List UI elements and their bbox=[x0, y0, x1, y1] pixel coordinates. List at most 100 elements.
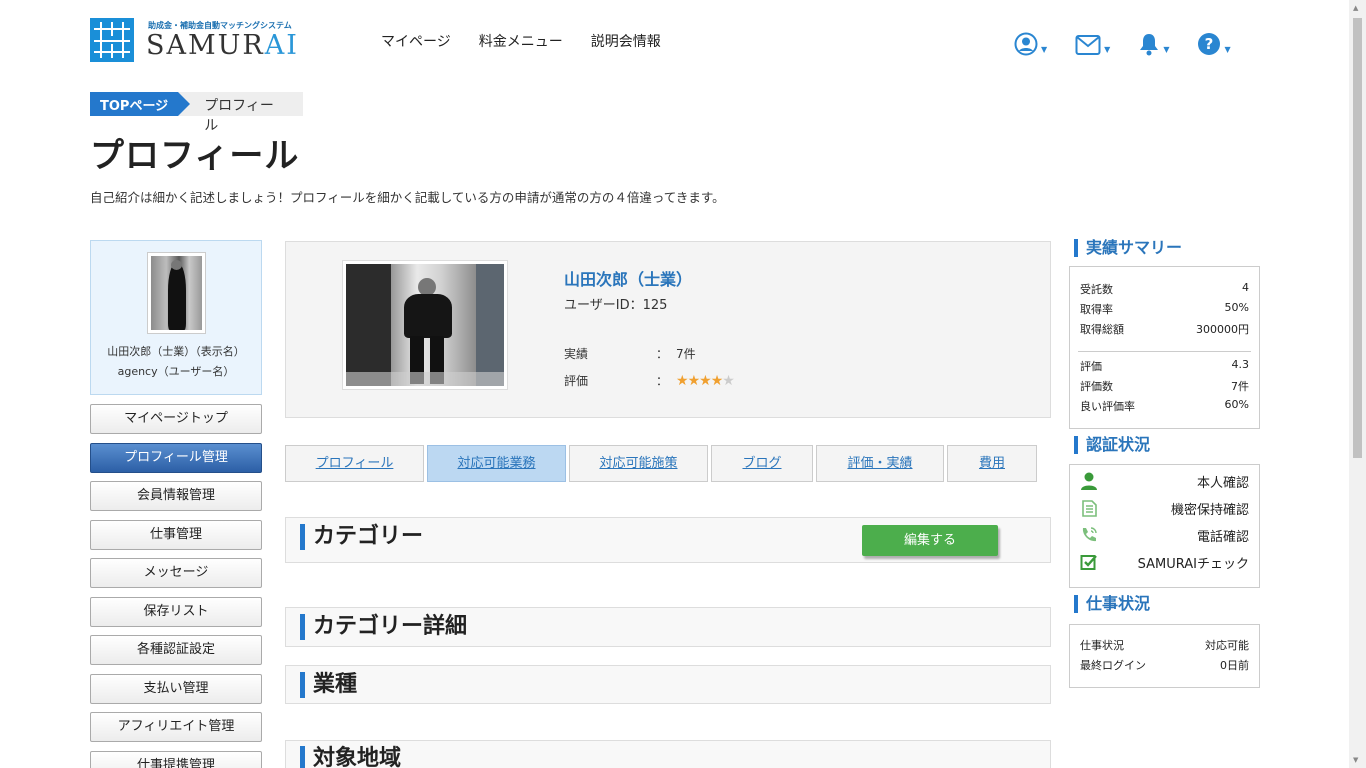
chevron-down-icon: ▼ bbox=[1163, 45, 1170, 54]
star-icon: ★ bbox=[710, 373, 724, 389]
cert-identity-label: 本人確認 bbox=[1196, 475, 1249, 491]
cert-phone-label: 電話確認 bbox=[1196, 529, 1249, 545]
sidebar-item-job-management[interactable]: 仕事管理 bbox=[90, 520, 262, 550]
sidebar-item-messages[interactable]: メッセージ bbox=[90, 558, 262, 588]
breadcrumb-top-link[interactable]: TOPページ bbox=[90, 92, 191, 116]
tab-blog[interactable]: ブログ bbox=[711, 445, 813, 482]
sidebar-item-profile-management[interactable]: プロフィール管理 bbox=[90, 443, 262, 473]
scroll-up-icon[interactable]: ▲ bbox=[1353, 4, 1358, 12]
sidebar-display-name: 山田次郎（士業）（表示名） bbox=[107, 345, 245, 358]
chevron-down-icon: ▼ bbox=[1041, 45, 1048, 54]
star-rating: ★★★★★ bbox=[676, 373, 735, 389]
profile-photo bbox=[342, 260, 508, 390]
tab-profile[interactable]: プロフィール bbox=[285, 445, 424, 482]
sidebar-item-partnership-management[interactable]: 仕事提携管理 bbox=[90, 751, 262, 768]
profile-summary-card: 山田次郎（士業） ユーザーID：125 実績： 7件 評価： ★★★★★ bbox=[285, 241, 1051, 418]
rating-label: 評価 bbox=[564, 374, 589, 388]
cert-samurai-check-label: SAMURAIチェック bbox=[1137, 556, 1249, 572]
certification-heading: 認証状況 bbox=[1074, 436, 1150, 454]
profile-user-id: ユーザーID：125 bbox=[564, 298, 668, 313]
logo-wordmark: SAMURAI bbox=[146, 30, 299, 61]
star-icon: ★ bbox=[699, 373, 712, 389]
nav-pricing[interactable]: 料金メニュー bbox=[479, 31, 563, 51]
site-header: 助成金・補助金自動マッチングシステム SAMURAI マイページ 料金メニュー … bbox=[0, 0, 1349, 85]
sidebar-item-verification-settings[interactable]: 各種認証設定 bbox=[90, 635, 262, 665]
help-menu-button[interactable]: ? ▼ bbox=[1197, 32, 1231, 56]
results-value: 7件 bbox=[676, 347, 696, 361]
page-title: プロフィール bbox=[90, 136, 300, 176]
samurai-logo[interactable]: 助成金・補助金自動マッチングシステム SAMURAI bbox=[90, 18, 299, 62]
cert-row: 機密保持確認 bbox=[1079, 498, 1249, 518]
avatar[interactable] bbox=[147, 252, 206, 334]
summary-row: 取得率 50% bbox=[1080, 301, 1249, 316]
star-empty-icon: ★ bbox=[722, 373, 735, 389]
summary-box: 受託数 4 取得率 50% 取得総額 300000円 評価 4.3 評価数 7件 良い評価… bbox=[1069, 266, 1260, 429]
summary-row: 良い評価率 60% bbox=[1080, 398, 1249, 413]
star-icon: ★ bbox=[676, 373, 689, 389]
breadcrumb-current: プロフィール bbox=[178, 92, 304, 134]
nav-mypage[interactable]: マイページ bbox=[381, 31, 451, 51]
cert-row: 電話確認 bbox=[1079, 525, 1249, 545]
summary-row: 評価数 7件 bbox=[1080, 380, 1249, 393]
scrollbar-thumb[interactable] bbox=[1353, 18, 1362, 458]
star-icon: ★ bbox=[687, 373, 701, 389]
page-lead-text: 自己紹介は細かく記述しましょう！プロフィールを細かく記載している方の申請が通常の… bbox=[90, 190, 725, 205]
summary-row: 評価 4.3 bbox=[1080, 358, 1249, 373]
person-icon bbox=[1081, 472, 1097, 490]
user-circle-icon bbox=[1014, 32, 1038, 56]
section-region: 対象地域 bbox=[285, 740, 1051, 768]
edit-button[interactable]: 編集する bbox=[862, 525, 998, 556]
summary-row: 受託数 4 bbox=[1080, 281, 1249, 296]
section-category-detail: カテゴリー詳細 bbox=[285, 607, 1051, 647]
sidebar-item-mypage-top[interactable]: マイページトップ bbox=[90, 404, 262, 434]
cert-confidentiality-label: 機密保持確認 bbox=[1170, 502, 1249, 518]
tab-reviews[interactable]: 評価・実績 bbox=[816, 445, 944, 482]
document-icon bbox=[1082, 500, 1097, 517]
profile-rating-row: 評価： ★★★★★ bbox=[564, 373, 735, 389]
bell-icon bbox=[1140, 34, 1159, 56]
notification-menu-button[interactable]: ▼ bbox=[1138, 32, 1169, 56]
divider bbox=[1078, 351, 1251, 352]
section-title: カテゴリー詳細 bbox=[300, 614, 467, 640]
work-status-box: 仕事状況 対応可能 最終ログイン 0日前 bbox=[1069, 624, 1260, 688]
tab-measures[interactable]: 対応可能施策 bbox=[569, 445, 708, 482]
sidebar-item-affiliate-management[interactable]: アフィリエイト管理 bbox=[90, 712, 262, 742]
section-industry: 業種 bbox=[285, 665, 1051, 704]
cert-row: 本人確認 bbox=[1079, 471, 1249, 491]
section-title: 対象地域 bbox=[300, 746, 401, 768]
mail-menu-button[interactable]: ▼ bbox=[1075, 32, 1110, 56]
sidebar-item-member-info[interactable]: 会員情報管理 bbox=[90, 481, 262, 511]
results-label: 実績 bbox=[564, 347, 589, 361]
page-scrollbar[interactable]: ▲ ▼ bbox=[1349, 0, 1366, 768]
chevron-down-icon: ▼ bbox=[1224, 45, 1231, 54]
sidebar-profile-card: 山田次郎（士業）（表示名） agency（ユーザー名） bbox=[90, 240, 262, 395]
checkbox-icon bbox=[1080, 555, 1097, 570]
sidebar-user-name: agency（ユーザー名） bbox=[117, 365, 235, 378]
avatar-photo bbox=[151, 256, 202, 330]
header-icons: ▼ ▼ ▼ ? ▼ bbox=[1014, 32, 1231, 56]
tab-services[interactable]: 対応可能業務 bbox=[427, 445, 566, 482]
work-status-heading: 仕事状況 bbox=[1074, 595, 1150, 613]
chevron-down-icon: ▼ bbox=[1104, 45, 1111, 54]
profile-results-row: 実績： 7件 bbox=[564, 347, 696, 361]
question-circle-icon: ? bbox=[1198, 33, 1221, 55]
scroll-down-icon[interactable]: ▼ bbox=[1353, 756, 1358, 764]
sidebar-item-saved-list[interactable]: 保存リスト bbox=[90, 597, 262, 627]
cert-row: SAMURAIチェック bbox=[1079, 552, 1249, 572]
breadcrumb: TOPページ プロフィール bbox=[90, 92, 304, 134]
profile-name: 山田次郎（士業） bbox=[564, 270, 693, 289]
sidebar-item-payment-management[interactable]: 支払い管理 bbox=[90, 674, 262, 704]
work-status-row: 仕事状況 対応可能 bbox=[1080, 639, 1249, 652]
phone-icon bbox=[1082, 527, 1097, 542]
tab-fees[interactable]: 費用 bbox=[947, 445, 1037, 482]
nav-seminar[interactable]: 説明会情報 bbox=[591, 31, 661, 51]
last-login-row: 最終ログイン 0日前 bbox=[1080, 659, 1249, 672]
summary-row: 取得総額 300000円 bbox=[1080, 323, 1249, 336]
logo-mark-icon bbox=[90, 18, 134, 62]
section-title: 業種 bbox=[300, 672, 357, 698]
user-menu-button[interactable]: ▼ bbox=[1014, 32, 1047, 56]
section-title: カテゴリー bbox=[300, 524, 423, 550]
envelope-icon bbox=[1075, 35, 1101, 55]
profile-tabs: プロフィール 対応可能業務 対応可能施策 ブログ 評価・実績 費用 bbox=[285, 445, 1037, 482]
certification-box: 本人確認 機密保持確認 電話確認 SAMURAIチェック bbox=[1069, 464, 1260, 588]
